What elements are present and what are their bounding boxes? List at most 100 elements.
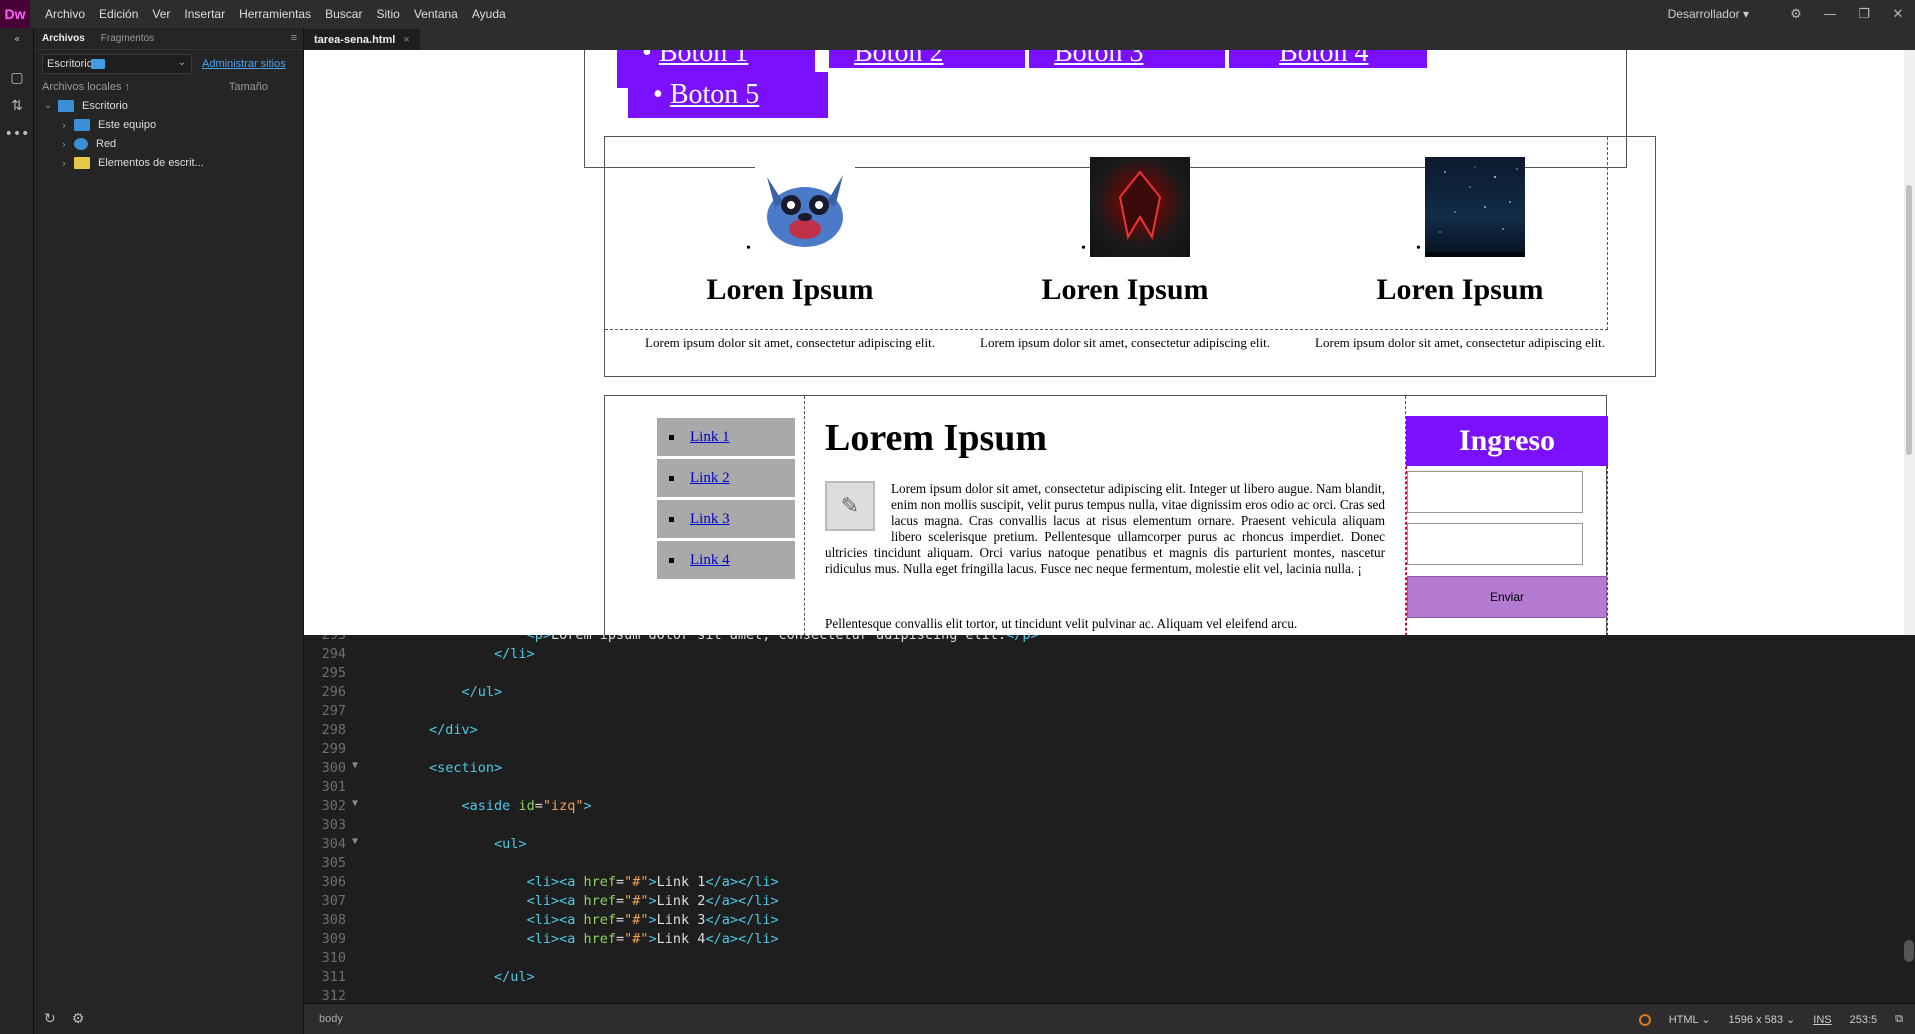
- close-tab-icon[interactable]: ×: [403, 34, 409, 46]
- code-line[interactable]: 300 ▼ <section>: [304, 760, 1915, 779]
- settings-icon[interactable]: ⚙: [1779, 0, 1813, 28]
- login-password-input[interactable]: [1407, 523, 1583, 565]
- manage-sites-link[interactable]: Administrar sitios: [202, 58, 286, 70]
- refresh-icon[interactable]: ↻: [44, 1011, 56, 1027]
- nav-button-4[interactable]: Boton 4: [1229, 50, 1427, 68]
- live-view: • Boton 1 Boton 2 Boton 3 Boton 4 • Boto…: [304, 50, 1904, 635]
- transfer-icon[interactable]: ⇅: [0, 92, 34, 120]
- code-line[interactable]: 304 ▼ <ul>: [304, 836, 1915, 855]
- code-line[interactable]: 303: [304, 817, 1915, 836]
- code-line[interactable]: 310: [304, 950, 1915, 969]
- nav-link-1[interactable]: Boton 1: [659, 50, 748, 68]
- tree-item[interactable]: ⌄ Escritorio: [34, 96, 303, 115]
- window-size-select[interactable]: 1596 x 583 ⌄: [1729, 1013, 1796, 1026]
- chevron-down-icon[interactable]: ⌄: [42, 100, 54, 111]
- col-local-files[interactable]: Archivos locales ↑: [42, 81, 130, 93]
- chevron-down-icon: ⌄: [177, 57, 186, 68]
- collapse-icon[interactable]: «: [0, 28, 34, 50]
- nav-button-2[interactable]: Boton 2: [829, 50, 1025, 68]
- menu-sitio[interactable]: Sitio: [369, 7, 406, 21]
- code-text: </ul>: [494, 969, 535, 985]
- chevron-right-icon[interactable]: ›: [58, 139, 70, 149]
- code-line[interactable]: 312: [304, 988, 1915, 1003]
- gallery-title-2: Loren Ipsum: [1041, 273, 1209, 306]
- fold-icon[interactable]: ▼: [352, 760, 358, 771]
- code-line[interactable]: 293 <p>Lorem ipsum dolor sit amet, conse…: [304, 635, 1915, 646]
- login-user-input[interactable]: [1407, 471, 1583, 513]
- line-number: 305: [321, 855, 346, 871]
- link-4[interactable]: Link 4: [690, 552, 730, 569]
- workspace-switcher[interactable]: Desarrollador ▾: [1668, 7, 1749, 21]
- code-line[interactable]: 301: [304, 779, 1915, 798]
- code-line[interactable]: 294 </li>: [304, 646, 1915, 665]
- menu-buscar[interactable]: Buscar: [318, 7, 369, 21]
- tree-item[interactable]: › Este equipo: [34, 115, 303, 134]
- tag-selector[interactable]: body: [319, 1013, 343, 1025]
- code-scrollbar[interactable]: [1904, 940, 1914, 962]
- close-window-button[interactable]: ✕: [1881, 0, 1915, 28]
- panel-menu-icon[interactable]: ≡: [291, 32, 297, 44]
- insert-mode[interactable]: INS: [1813, 1014, 1831, 1026]
- menu-ayuda[interactable]: Ayuda: [465, 7, 513, 21]
- code-line[interactable]: 302 ▼ <aside id="izq">: [304, 798, 1915, 817]
- sidebar-link-4[interactable]: Link 4: [657, 541, 795, 579]
- menu-insertar[interactable]: Insertar: [177, 7, 232, 21]
- code-text: <li><a href="#">Link 3</a></li>: [526, 912, 779, 928]
- chevron-right-icon[interactable]: ›: [58, 158, 70, 168]
- language-select[interactable]: HTML ⌄: [1669, 1013, 1711, 1026]
- menu-edicin[interactable]: Edición: [92, 7, 145, 21]
- col-size[interactable]: Tamaño: [229, 81, 268, 93]
- site-select[interactable]: Escritorio ⌄: [42, 54, 192, 74]
- sync-icon[interactable]: ⚙: [72, 1011, 85, 1027]
- link-1[interactable]: Link 1: [690, 429, 730, 446]
- warning-icon[interactable]: [1638, 1013, 1651, 1026]
- tree-item[interactable]: › Red: [34, 134, 303, 153]
- code-line[interactable]: 295: [304, 665, 1915, 684]
- tab-fragmentos[interactable]: Fragmentos: [93, 33, 162, 44]
- tree-item-label: Este equipo: [98, 118, 157, 131]
- send-button[interactable]: Enviar: [1407, 576, 1607, 618]
- code-line[interactable]: 311 </ul>: [304, 969, 1915, 988]
- link-3[interactable]: Link 3: [690, 511, 730, 528]
- chevron-right-icon[interactable]: ›: [58, 120, 70, 130]
- document-tabs: tarea-sena.html ×: [304, 28, 1915, 50]
- fold-icon[interactable]: ▼: [352, 836, 358, 847]
- sidebar-link-3[interactable]: Link 3: [657, 500, 795, 538]
- more-icon[interactable]: •••: [0, 120, 34, 148]
- file-tree: ⌄ Escritorio › Este equipo › Red › Elementos de…: [34, 96, 303, 172]
- code-line[interactable]: 299: [304, 741, 1915, 760]
- code-line[interactable]: 309 <li><a href="#">Link 4</a></li>: [304, 931, 1915, 950]
- code-editor[interactable]: 293 <p>Lorem ipsum dolor sit amet, conse…: [304, 635, 1915, 1003]
- live-view-scrollbar[interactable]: [1904, 50, 1915, 635]
- minimize-button[interactable]: —: [1813, 0, 1847, 28]
- nav-button-3[interactable]: Boton 3: [1029, 50, 1225, 68]
- link-2[interactable]: Link 2: [690, 470, 730, 487]
- code-line[interactable]: 308 <li><a href="#">Link 3</a></li>: [304, 912, 1915, 931]
- document-tab[interactable]: tarea-sena.html ×: [304, 29, 420, 50]
- code-line[interactable]: 307 <li><a href="#">Link 2</a></li>: [304, 893, 1915, 912]
- menu-archivo[interactable]: Archivo: [38, 7, 92, 21]
- fold-icon[interactable]: ▼: [352, 798, 358, 809]
- nav-link-3[interactable]: Boton 3: [1054, 50, 1143, 68]
- maximize-button[interactable]: ❐: [1847, 0, 1881, 28]
- sidebar-link-1[interactable]: Link 1: [657, 418, 795, 456]
- menu-ventana[interactable]: Ventana: [407, 7, 465, 21]
- code-line[interactable]: 306 <li><a href="#">Link 1</a></li>: [304, 874, 1915, 893]
- menu-herramientas[interactable]: Herramientas: [232, 7, 318, 21]
- code-line[interactable]: 305: [304, 855, 1915, 874]
- menu-ver[interactable]: Ver: [145, 7, 177, 21]
- document-icon[interactable]: ▢: [0, 64, 34, 92]
- code-line[interactable]: 296 </ul>: [304, 684, 1915, 703]
- code-line[interactable]: 297: [304, 703, 1915, 722]
- code-line[interactable]: 298 </div>: [304, 722, 1915, 741]
- nav-link-4[interactable]: Boton 4: [1279, 50, 1368, 68]
- nav-button-5[interactable]: • Boton 5: [628, 72, 828, 118]
- preview-icon[interactable]: ⧉: [1895, 1013, 1903, 1026]
- nav-link-2[interactable]: Boton 2: [854, 50, 943, 68]
- nav-link-5[interactable]: Boton 5: [670, 79, 759, 110]
- tree-item[interactable]: › Elementos de escrit...: [34, 153, 303, 172]
- sidebar-link-2[interactable]: Link 2: [657, 459, 795, 497]
- line-number: 307: [321, 893, 346, 909]
- tab-archivos[interactable]: Archivos: [34, 33, 93, 44]
